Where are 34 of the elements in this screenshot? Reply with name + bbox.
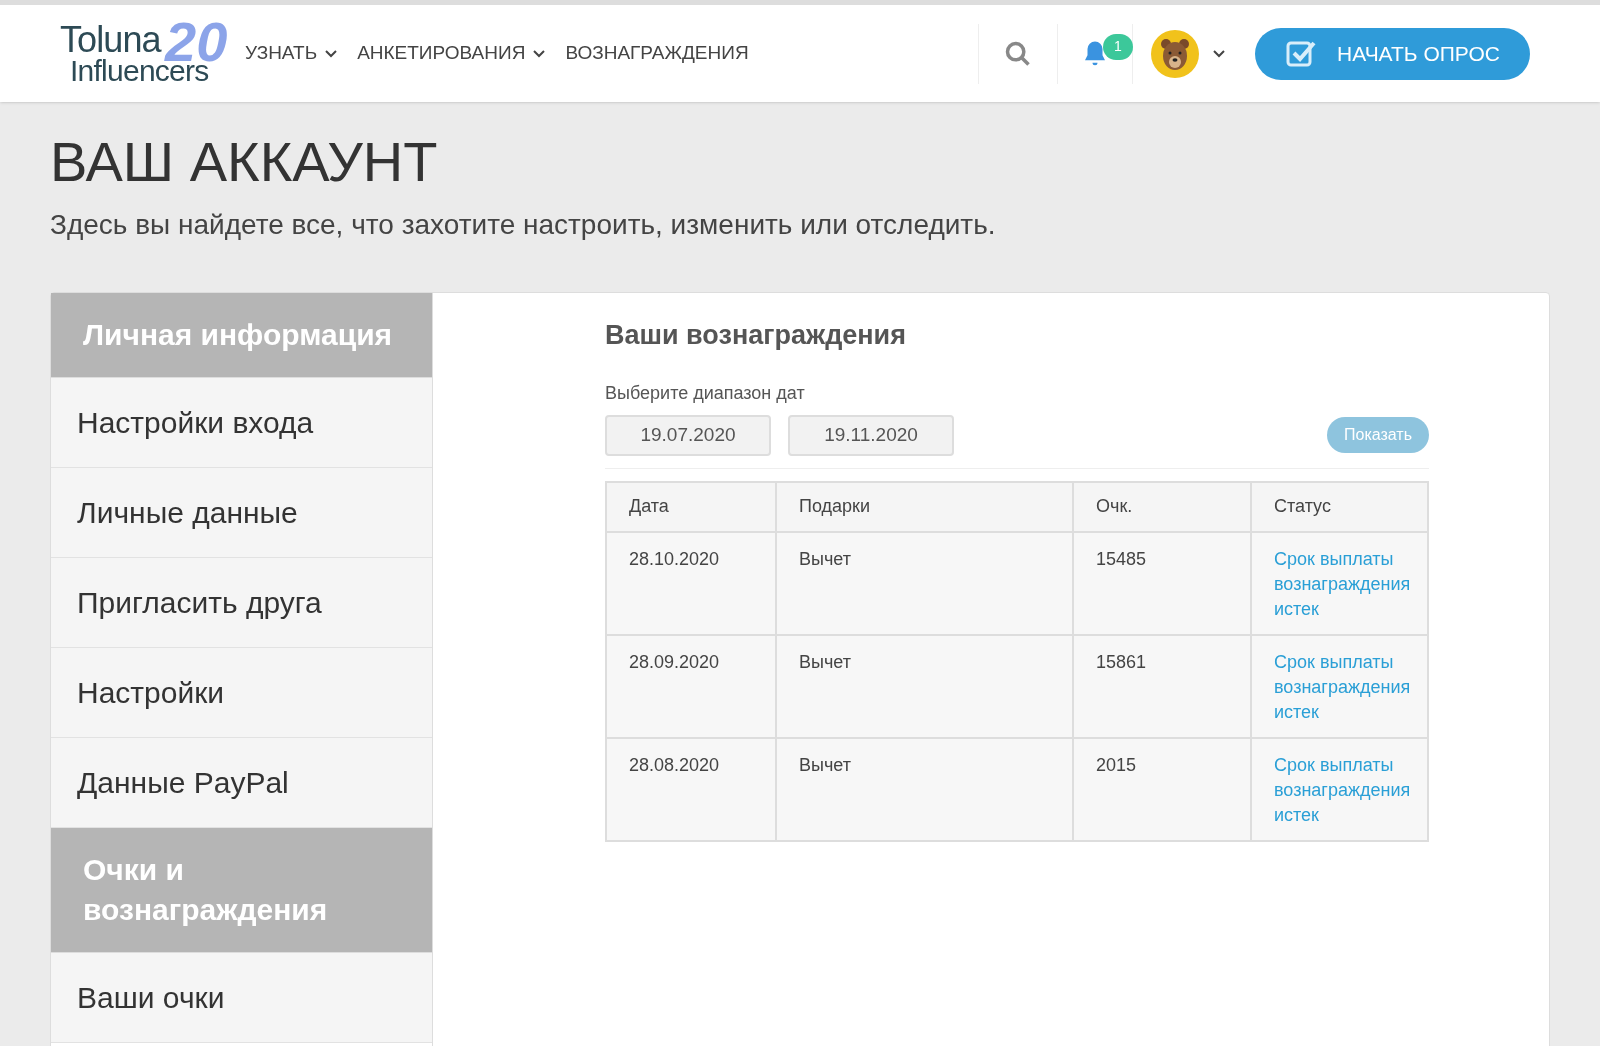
- table-cell: 2015: [1073, 737, 1251, 841]
- column-header: Подарки: [776, 481, 1073, 532]
- table-cell: 28.09.2020: [606, 634, 776, 738]
- nav-link[interactable]: УЗНАТЬ: [245, 39, 338, 68]
- table-cell: Вычет: [776, 737, 1073, 841]
- sidebar-item[interactable]: Пригласить друга: [51, 558, 432, 648]
- table-cell: 28.10.2020: [606, 531, 776, 635]
- notification-badge: 1: [1103, 33, 1133, 60]
- table-cell: 15485: [1073, 531, 1251, 635]
- table-cell: 28.08.2020: [606, 737, 776, 841]
- table-cell: Вычет: [776, 531, 1073, 635]
- bear-avatar-icon[interactable]: [1151, 29, 1199, 78]
- sidebar-section-header: Очки и вознаграждения: [51, 828, 432, 953]
- table-cell: Вычет: [776, 634, 1073, 738]
- sidebar-item[interactable]: Настройки: [51, 648, 432, 738]
- sidebar-item[interactable]: Данные PayPal: [51, 738, 432, 828]
- nav-link[interactable]: АНКЕТИРОВАНИЯ: [357, 39, 546, 68]
- search-icon[interactable]: [1004, 39, 1032, 68]
- sidebar-section-header: Личная информация: [51, 293, 432, 378]
- column-header: Статус: [1251, 481, 1428, 532]
- page-title: ВАШ АККАУНТ: [50, 134, 439, 190]
- sidebar-item[interactable]: Личные данные: [51, 468, 432, 558]
- date-from-field[interactable]: 19.07.2020: [605, 414, 771, 456]
- chevron-down-icon[interactable]: [1213, 49, 1225, 58]
- sidebar-item[interactable]: Ваши очки: [51, 953, 432, 1043]
- nav-link[interactable]: ВОЗНАГРАЖДЕНИЯ: [565, 39, 749, 68]
- sidebar-item[interactable]: Настройки входа: [51, 378, 432, 468]
- date-range-label: Выберите диапазон дат: [605, 381, 806, 405]
- rewards-title: Ваши вознаграждения: [605, 319, 907, 352]
- date-to-field[interactable]: 19.11.2020: [788, 414, 954, 456]
- table-cell: 15861: [1073, 634, 1251, 738]
- column-header: Очк.: [1073, 481, 1251, 532]
- column-header: Дата: [606, 481, 776, 532]
- page-subtitle: Здесь вы найдете все, что захотите настроить, изменить или отследить.: [50, 208, 997, 242]
